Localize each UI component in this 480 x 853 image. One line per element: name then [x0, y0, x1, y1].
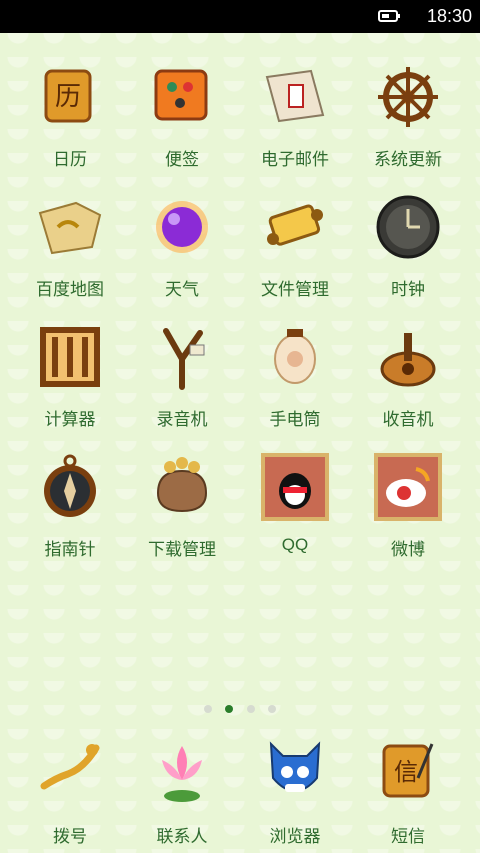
page-dot-active[interactable] — [225, 705, 234, 713]
qq-penguin-icon — [261, 453, 329, 521]
app-label: QQ — [281, 535, 309, 554]
map-icon — [38, 201, 102, 255]
app-qq[interactable]: QQ — [240, 423, 350, 554]
app-label: 指南针 — [44, 540, 96, 559]
app-radio[interactable]: 收音机 — [353, 293, 463, 429]
crystal-orb-icon — [156, 201, 208, 253]
svg-text:信: 信 — [394, 758, 418, 786]
app-recorder[interactable]: 录音机 — [127, 293, 237, 429]
app-label: 拨号 — [53, 827, 87, 846]
app-weibo[interactable]: 微博 — [353, 423, 463, 559]
app-label: 浏览器 — [269, 827, 321, 846]
page-dot[interactable] — [267, 705, 276, 713]
ruyi-icon — [40, 744, 100, 790]
abacus-icon — [40, 327, 100, 387]
app-flashlight[interactable]: 手电筒 — [240, 293, 350, 429]
app-baidu-map[interactable]: 百度地图 — [15, 163, 125, 299]
app-label: 联系人 — [156, 827, 208, 846]
page-dot[interactable] — [246, 705, 255, 713]
lantern-icon — [274, 329, 316, 384]
page-dot[interactable] — [204, 705, 213, 713]
app-dialer[interactable]: 拨号 — [15, 0, 125, 846]
app-compass[interactable]: 指南针 — [15, 423, 125, 559]
money-bag-icon — [156, 457, 208, 513]
slingshot-icon — [163, 328, 205, 390]
weibo-icon — [374, 453, 442, 521]
opera-mask-icon — [269, 741, 321, 792]
app-contacts[interactable]: 联系人 — [127, 0, 237, 846]
app-label: 短信 — [391, 827, 425, 846]
message-scroll-icon: 信 — [382, 743, 434, 798]
app-messages[interactable]: 信 短信 — [353, 0, 463, 846]
scroll-file-icon — [267, 204, 323, 246]
pipa-icon — [380, 333, 436, 387]
app-download-manager[interactable]: 下载管理 — [127, 423, 237, 559]
app-file-manager[interactable]: 文件管理 — [240, 163, 350, 299]
compass-icon — [44, 454, 96, 517]
app-clock[interactable]: 时钟 — [353, 163, 463, 299]
app-browser[interactable]: 浏览器 — [240, 0, 350, 846]
app-label: 下载管理 — [148, 540, 216, 559]
page-indicator[interactable] — [0, 698, 480, 717]
app-weather[interactable]: 天气 — [127, 163, 237, 299]
clock-icon — [376, 195, 440, 259]
app-calculator[interactable]: 计算器 — [15, 293, 125, 429]
app-label: 微博 — [391, 540, 425, 559]
lotus-icon — [162, 746, 202, 802]
